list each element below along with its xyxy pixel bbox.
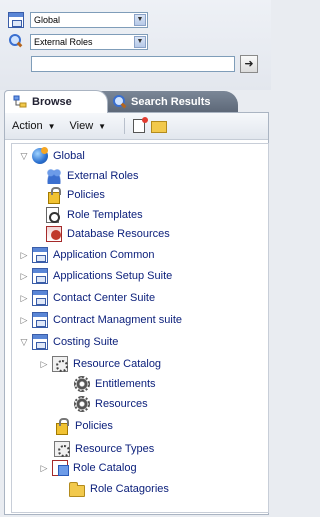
action-menu-label: Action xyxy=(12,120,43,132)
tree-node-label: Contact Center Suite xyxy=(53,292,156,304)
tree-node-resource-catalog[interactable]: ▷ Resource Catalog xyxy=(38,355,161,373)
tree-node-external-roles[interactable]: External Roles xyxy=(46,167,139,185)
application-icon xyxy=(32,312,48,328)
tab-browse-label: Browse xyxy=(32,96,72,108)
collapsed-triangle-icon[interactable]: ▷ xyxy=(38,463,50,474)
navigation-tree: ▽ Global External Roles Policies Role Te… xyxy=(11,143,269,513)
type-selector-row: External Roles ▼ xyxy=(8,34,148,50)
tree-node-label: Applications Setup Suite xyxy=(53,270,173,282)
tree-node-entitlements[interactable]: Entitlements xyxy=(74,375,156,393)
tree-node-label: Contract Managment suite xyxy=(53,314,183,326)
tree-node-label: Entitlements xyxy=(95,378,156,390)
top-area: Global ▼ External Roles ▼ ➜ xyxy=(0,0,271,90)
gear-icon xyxy=(74,376,90,392)
search-go-button[interactable]: ➜ xyxy=(240,55,258,73)
resource-types-icon xyxy=(54,441,70,457)
tree-node-resource-types[interactable]: Resource Types xyxy=(54,440,154,458)
type-select[interactable]: External Roles ▼ xyxy=(30,34,148,50)
toolbar-divider xyxy=(124,118,126,134)
domain-select-value: Global xyxy=(34,15,61,25)
application-icon xyxy=(32,334,48,350)
tree-node-role-catagories[interactable]: Role Catagories xyxy=(69,480,169,498)
tree-node-label: Application Common xyxy=(53,249,155,261)
window-icon-shape xyxy=(8,12,24,28)
role-catalog-icon xyxy=(52,460,69,476)
tree-node-database-resources[interactable]: Database Resources xyxy=(46,225,170,243)
tree-node-contact-center-suite[interactable]: ▷ Contact Center Suite xyxy=(18,289,155,307)
tree-node-contract-managment-suite[interactable]: ▷ Contract Managment suite xyxy=(18,311,182,329)
tree-node-label: Policies xyxy=(75,420,113,432)
tree-node-costing-policies[interactable]: Policies xyxy=(54,417,113,435)
application-icon xyxy=(32,268,48,284)
action-menu[interactable]: Action ▼ xyxy=(12,120,56,132)
new-document-icon[interactable] xyxy=(133,117,149,133)
tab-bar: Search Results Browse xyxy=(0,90,271,113)
tab-search-results[interactable]: Search Results xyxy=(98,91,238,113)
tree-node-resources[interactable]: Resources xyxy=(74,395,148,413)
tree-node-label: Resource Catalog xyxy=(73,358,162,370)
tree-icon-graphic xyxy=(13,95,27,108)
people-icon xyxy=(46,168,62,184)
type-select-value: External Roles xyxy=(34,37,93,47)
open-folder-icon[interactable] xyxy=(151,121,168,133)
application-icon xyxy=(32,247,48,263)
tree-node-application-common[interactable]: ▷ Application Common xyxy=(18,246,155,264)
tree-node-label: External Roles xyxy=(67,170,139,182)
application-icon xyxy=(32,290,48,306)
tree-node-applications-setup-suite[interactable]: ▷ Applications Setup Suite xyxy=(18,267,172,285)
tree-node-label: Database Resources xyxy=(67,228,170,240)
tree-node-global[interactable]: ▽ Global xyxy=(18,147,85,165)
expanded-triangle-icon[interactable]: ▽ xyxy=(18,337,30,348)
expanded-triangle-icon[interactable]: ▽ xyxy=(18,151,30,162)
tree-node-label: Resource Types xyxy=(75,443,155,455)
tab-search-results-label: Search Results xyxy=(131,96,211,108)
tree-node-policies[interactable]: Policies xyxy=(46,186,105,204)
tree-node-role-catalog[interactable]: ▷ Role Catalog xyxy=(38,459,137,477)
chevron-down-icon[interactable]: ▼ xyxy=(134,14,146,26)
collapsed-triangle-icon[interactable]: ▷ xyxy=(18,293,30,304)
tab-browse[interactable]: Browse xyxy=(4,90,108,113)
window-icon xyxy=(8,12,24,28)
toolbar: Action ▼ View ▼ xyxy=(5,113,268,140)
search-icon xyxy=(8,34,24,50)
collapsed-triangle-icon[interactable]: ▷ xyxy=(18,315,30,326)
domain-selector-row: Global ▼ xyxy=(8,12,148,28)
folder-icon xyxy=(69,482,85,497)
view-menu[interactable]: View ▼ xyxy=(70,120,107,132)
collapsed-triangle-icon[interactable]: ▷ xyxy=(18,271,30,282)
gear-icon xyxy=(74,396,90,412)
collapsed-triangle-icon[interactable]: ▷ xyxy=(18,250,30,261)
tree-node-costing-suite[interactable]: ▽ Costing Suite xyxy=(18,333,118,351)
globe-icon xyxy=(32,147,48,164)
tree-node-label: Role Templates xyxy=(67,209,143,221)
database-icon xyxy=(46,226,62,242)
search-input[interactable] xyxy=(31,56,235,72)
resource-catalog-icon xyxy=(52,356,68,372)
lock-icon xyxy=(48,187,61,204)
tree-node-label: Role Catalog xyxy=(73,462,137,474)
domain-select[interactable]: Global ▼ xyxy=(30,12,148,28)
view-menu-label: View xyxy=(69,120,94,132)
tree-node-label: Role Catagories xyxy=(90,483,169,495)
chevron-down-icon[interactable]: ▼ xyxy=(134,36,146,48)
magnifier-icon xyxy=(112,95,126,109)
magnifier-icon xyxy=(8,34,22,48)
tree-icon xyxy=(13,95,27,109)
tree-node-role-templates[interactable]: Role Templates xyxy=(46,206,143,224)
caret-down-icon: ▼ xyxy=(47,121,56,131)
role-template-icon xyxy=(46,207,60,223)
tree-node-label: Policies xyxy=(67,189,105,201)
tree-node-label: Global xyxy=(53,150,85,162)
lock-icon xyxy=(56,418,69,435)
tree-node-label: Costing Suite xyxy=(53,336,119,348)
browse-panel: Action ▼ View ▼ ▽ Global External Roles … xyxy=(4,112,269,515)
caret-down-icon: ▼ xyxy=(98,121,107,131)
collapsed-triangle-icon[interactable]: ▷ xyxy=(38,359,50,370)
tree-node-label: Resources xyxy=(95,398,148,410)
